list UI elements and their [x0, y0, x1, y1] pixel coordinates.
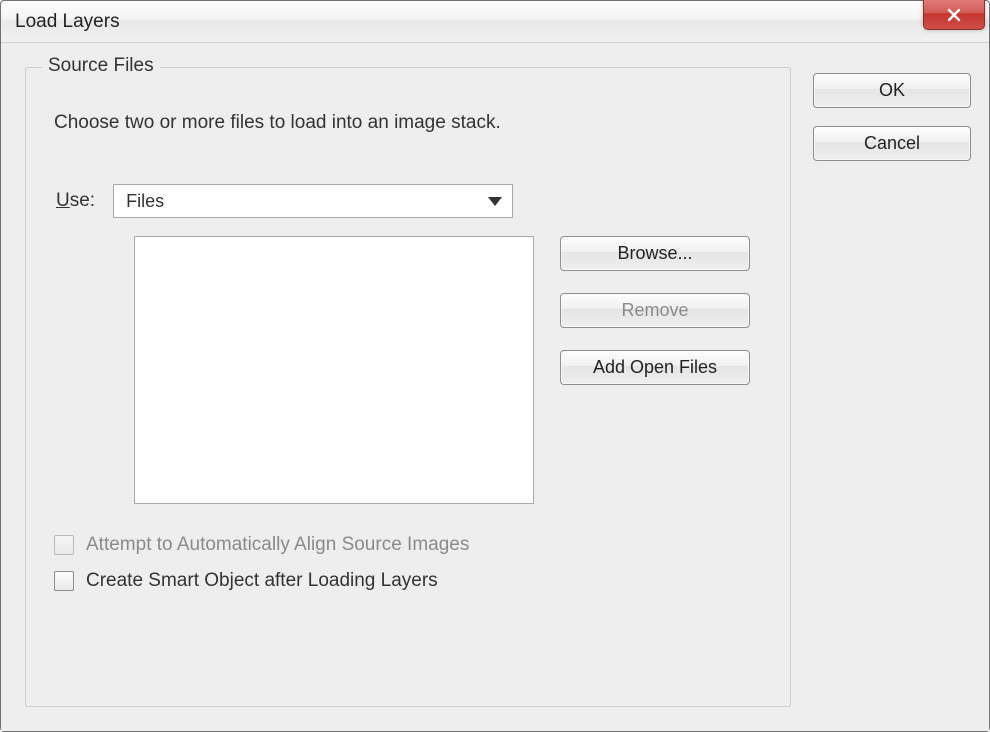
titlebar[interactable]: Load Layers	[1, 1, 989, 43]
smart-object-row: Create Smart Object after Loading Layers	[54, 570, 762, 592]
use-label: Use:	[54, 190, 95, 212]
browse-button[interactable]: Browse...	[560, 236, 750, 271]
close-icon	[946, 7, 962, 23]
auto-align-row: Attempt to Automatically Align Source Im…	[54, 534, 762, 556]
load-layers-dialog: Load Layers Source Files Choose two or m…	[0, 0, 990, 732]
use-dropdown[interactable]: Files	[113, 184, 513, 218]
use-label-rest: se:	[70, 190, 95, 211]
auto-align-label: Attempt to Automatically Align Source Im…	[86, 534, 469, 556]
smart-object-label: Create Smart Object after Loading Layers	[86, 570, 438, 592]
ok-button[interactable]: OK	[813, 73, 971, 108]
files-listbox[interactable]	[134, 236, 534, 504]
use-label-accel: U	[56, 190, 70, 211]
dialog-actions: OK Cancel	[813, 67, 971, 713]
file-buttons: Browse... Remove Add Open Files	[560, 236, 750, 385]
instructions-text: Choose two or more files to load into an…	[54, 112, 762, 134]
close-button[interactable]	[923, 0, 985, 30]
dialog-client-area: Source Files Choose two or more files to…	[1, 43, 989, 731]
smart-object-checkbox[interactable]	[54, 571, 74, 591]
use-dropdown-value: Files	[126, 191, 164, 212]
source-files-legend: Source Files	[42, 55, 160, 77]
source-files-group: Source Files Choose two or more files to…	[25, 67, 791, 707]
cancel-button[interactable]: Cancel	[813, 126, 971, 161]
use-row: Use: Files	[54, 184, 762, 218]
window-title: Load Layers	[15, 11, 120, 33]
chevron-down-icon	[488, 197, 502, 206]
auto-align-checkbox[interactable]	[54, 535, 74, 555]
remove-button[interactable]: Remove	[560, 293, 750, 328]
files-area: Browse... Remove Add Open Files	[134, 236, 762, 504]
add-open-files-button[interactable]: Add Open Files	[560, 350, 750, 385]
